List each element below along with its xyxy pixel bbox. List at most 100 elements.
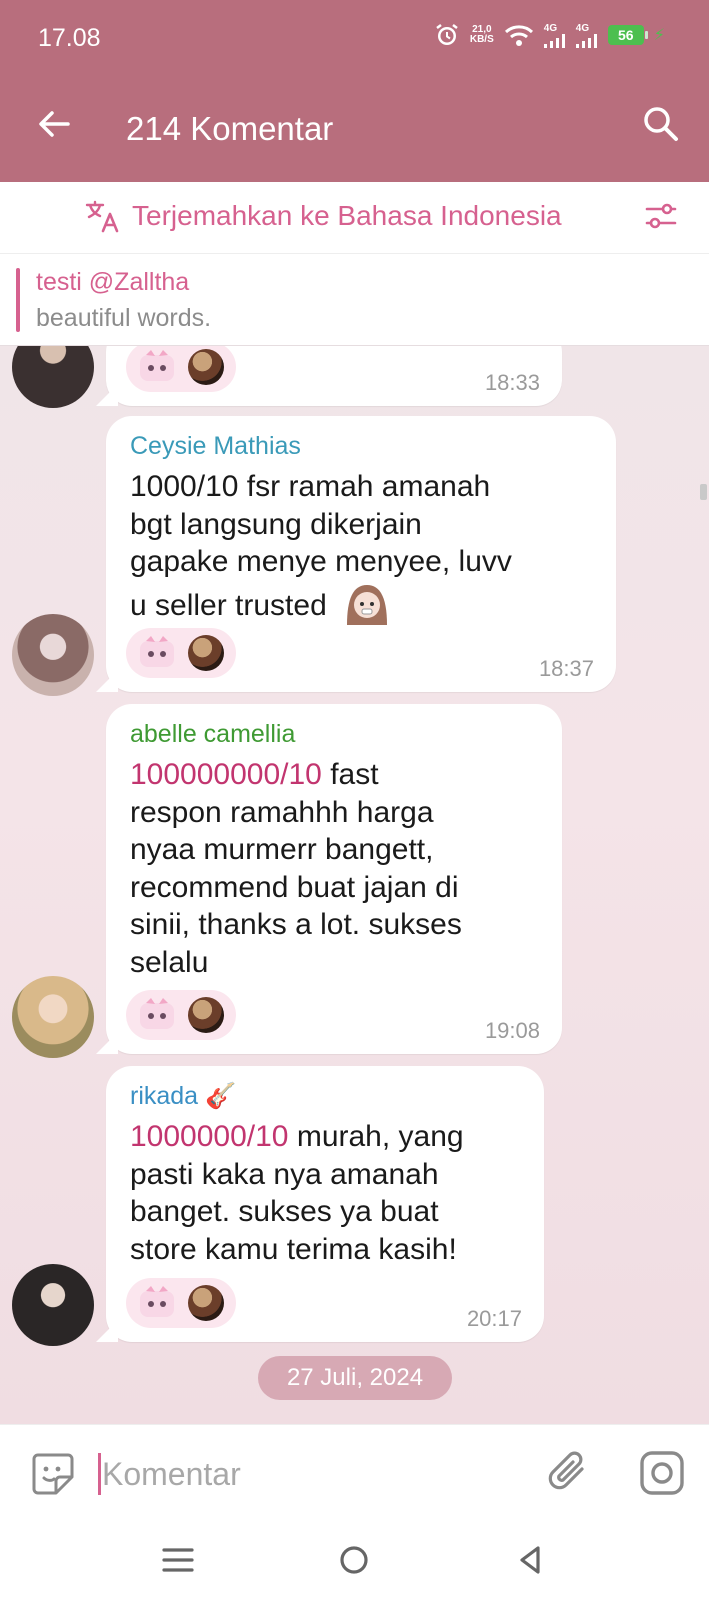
comment-list[interactable]: 18:33 Ceysie Mathias 1000/10 fsr ramah a… [0,346,709,1424]
comment-item: Ceysie Mathias 1000/10 fsr ramah amanah … [0,416,709,706]
comment-line: 1000000/10 murah, yang [130,1118,464,1156]
back-nav-button[interactable] [510,1540,550,1580]
comment-item: rikada 🎸 1000000/10 murah, yang pasti ka… [0,1066,709,1356]
comment-line: banget. sukses ya buat [130,1195,439,1228]
comment-text: 100000000/10 fast respon ramahhh harga n… [130,756,462,981]
comment-text: 1000000/10 murah, yang pasti kaka nya am… [130,1118,464,1268]
translate-bar[interactable]: Terjemahkan ke Bahasa Indonesia [0,182,709,254]
search-icon [644,107,678,141]
avatar[interactable] [12,614,94,696]
signal-icon-2: 4G [575,22,598,48]
battery-indicator: 56 [607,25,648,45]
comment-text: 1000/10 fsr ramah amanah bgt langsung di… [130,468,512,625]
avatar-reaction-icon [188,997,224,1033]
bubble-tail [96,670,118,692]
comment-bubble[interactable]: Ceysie Mathias 1000/10 fsr ramah amanah … [96,416,616,692]
recent-apps-button[interactable] [158,1540,198,1580]
status-icons: 21,0 KB/S 4G 4G 56 ⚡ [434,22,665,48]
signal-icon-1: 4G [543,22,566,48]
reactions[interactable] [126,990,236,1040]
avatar[interactable] [12,976,94,1058]
comment-line: gapake menye menyee, luvv [130,545,512,578]
comment-composer [0,1424,709,1522]
signal-label-2: 4G [575,22,590,34]
home-circle-icon [340,1546,368,1574]
comment-line: 100000000/10 fast [130,756,462,794]
search-button[interactable] [639,102,683,146]
avatar-reaction-icon [188,349,224,385]
wifi-icon [504,23,534,47]
avatar-reaction-icon [188,1285,224,1321]
comment-bubble[interactable]: 18:33 [96,346,562,406]
avatar[interactable] [12,1264,94,1346]
comment-line: pasti kaka nya amanah [130,1157,439,1191]
comment-sender: abelle camellia [130,720,296,748]
comment-time: 19:08 [484,1018,540,1043]
sticker-reaction-icon [138,1285,176,1321]
comment-line-text: fast [321,758,379,791]
comment-line: u seller trusted [130,581,512,625]
camera-icon [640,1451,684,1495]
comment-time: 18:33 [484,370,540,395]
comment-item: abelle camellia 100000000/10 fast respon… [0,704,709,1060]
girl-sticker-icon [347,584,388,625]
comment-line: nyaa murmerr bangett, [130,833,434,866]
avatar-reaction-icon [188,635,224,671]
comment-input[interactable] [102,1449,522,1499]
comment-line: 1000/10 fsr ramah amanah [130,470,491,503]
menu-lines-icon [162,1548,194,1572]
comment-line: selalu [130,945,209,979]
avatar[interactable] [12,346,94,408]
comment-line: sinii, thanks a lot. sukses [130,908,462,941]
reactions[interactable] [126,1278,236,1328]
attach-button[interactable] [546,1449,592,1497]
sticker-button[interactable] [30,1451,76,1497]
charging-icon: ⚡ [653,27,665,44]
triangle-back-icon [520,1546,540,1574]
reactions[interactable] [126,628,236,678]
rating-highlight: 1000000/10 [130,1120,289,1153]
date-separator: 27 Juli, 2024 [258,1356,452,1400]
comment-bubble[interactable]: rikada 🎸 1000000/10 murah, yang pasti ka… [96,1066,544,1342]
sticker-reaction-icon [138,997,176,1033]
back-button[interactable] [32,102,76,146]
translate-icon [85,200,119,233]
home-button[interactable] [334,1540,374,1580]
translate-label: Terjemahkan ke Bahasa Indonesia [132,200,562,231]
pinned-message[interactable]: testi @Zalltha beautiful words. [0,254,709,346]
comment-sender: Ceysie Mathias [130,432,301,460]
sticker-icon [32,1453,74,1495]
bubble-tail [96,384,118,406]
text-cursor [98,1453,101,1495]
status-time: 17.08 [38,24,101,52]
comment-time: 20:17 [466,1306,522,1331]
comment-item: 18:33 [0,346,709,416]
comment-sender-name: rikada [130,1082,199,1110]
reactions[interactable] [126,346,236,392]
comment-line: store kamu terima kasih! [130,1232,457,1266]
alarm-icon [434,22,460,48]
comment-line-text: murah, yang [288,1120,464,1153]
pinned-title: testi @Zalltha [36,268,190,296]
paperclip-icon [548,1451,584,1490]
rating-highlight: 100000000/10 [130,758,322,791]
pinned-text: beautiful words. [36,304,212,332]
header: 214 Komentar [0,80,709,182]
guitar-icon: 🎸 [205,1082,237,1110]
sticker-reaction-icon [138,635,176,671]
comment-line: respon ramahhh harga [130,795,434,829]
arrow-left-icon [39,111,70,137]
signal-label-1: 4G [543,22,558,34]
comment-time: 18:37 [538,656,594,681]
translate-settings-button[interactable] [643,198,679,234]
net-speed-unit: KB/S [469,34,494,45]
comment-line-text: u seller trusted [130,588,327,622]
network-speed: 21,0 KB/S [470,25,494,45]
comment-line: recommend buat jajan di [130,870,459,904]
sticker-reaction-icon [138,349,176,385]
bubble-tail [96,1320,118,1342]
instagram-camera-button[interactable] [638,1449,686,1497]
scrollbar-thumb[interactable] [700,484,707,500]
comment-bubble[interactable]: abelle camellia 100000000/10 fast respon… [96,704,562,1054]
comment-sender: rikada 🎸 [130,1082,236,1111]
